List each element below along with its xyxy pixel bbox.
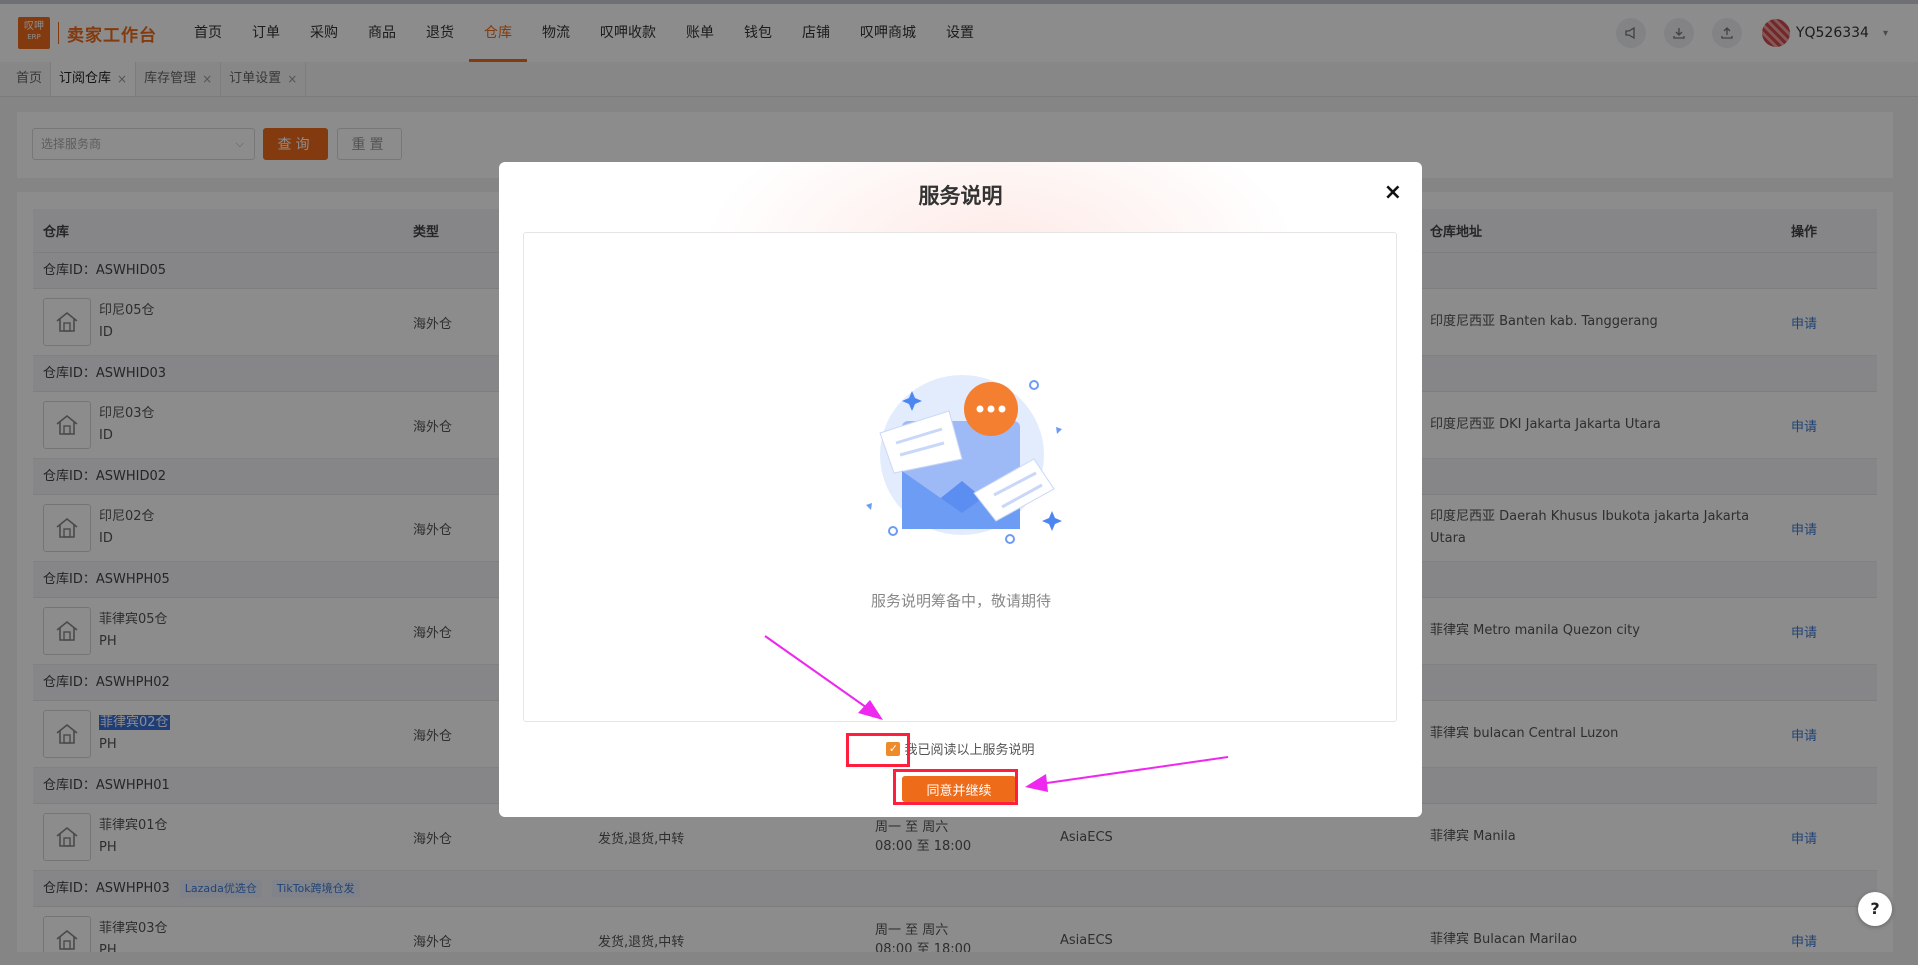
button-highlight-box xyxy=(893,769,1018,805)
checkbox-highlight-box xyxy=(846,733,910,767)
envelope-illustration-icon xyxy=(866,375,1062,544)
close-icon[interactable]: × xyxy=(1384,180,1402,205)
pending-message: 服务说明筹备中，敬请期待 xyxy=(870,592,1051,610)
help-button[interactable]: ? xyxy=(1858,892,1892,926)
agreement-checkbox-row[interactable]: ✓ 我已阅读以上服务说明 xyxy=(499,739,1422,758)
modal-title: 服务说明 xyxy=(918,184,1003,208)
service-content-box: 服务说明筹备中，敬请期待 xyxy=(523,232,1397,722)
agreement-label[interactable]: 我已阅读以上服务说明 xyxy=(904,739,1034,758)
service-description-modal: 服务说明 × 服务说明筹备中，敬请期待 ✓ 我已阅读以上服务说明 同意并继续 xyxy=(499,162,1422,817)
